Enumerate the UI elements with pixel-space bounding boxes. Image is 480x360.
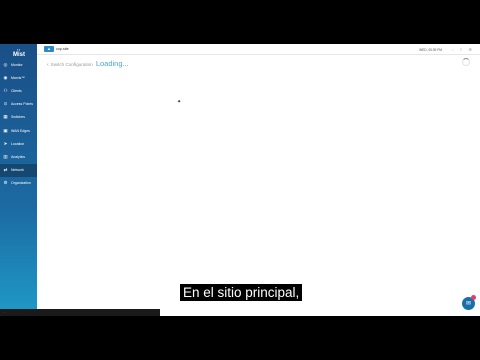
sidebar-item-label: Analytics	[11, 154, 26, 159]
site-icon: ▲	[44, 46, 54, 52]
sidebar-item-access-points[interactable]: ⊙ Access Points	[0, 98, 37, 111]
sidebar-item-label: Organization	[11, 181, 31, 186]
video-caption: En el sitio principal,	[180, 284, 303, 301]
clients-icon: ⚇	[3, 87, 8, 93]
back-arrow-icon[interactable]: ‹	[47, 62, 49, 68]
sidebar-item-label: Monitor	[11, 62, 23, 67]
sidebar-item-wan-edges[interactable]: ▣ WAN Edges	[0, 124, 37, 137]
main-content: ‹ Switch Configuration Loading... ✦	[37, 55, 480, 316]
location-icon: ➤	[3, 140, 8, 146]
sidebar-item-monitor[interactable]: ◎ Monitor	[0, 58, 37, 71]
sidebar-item-marvis[interactable]: ◉ Marvis™	[0, 71, 37, 84]
notification-badge	[471, 295, 476, 300]
sidebar-item-clients[interactable]: ⚇ Clients	[0, 84, 37, 97]
sidebar-item-label: Network	[11, 168, 24, 173]
page-title: Switch Configuration	[50, 62, 93, 67]
loading-spinner-icon	[462, 58, 470, 66]
sidebar-item-label: Switches	[11, 115, 26, 120]
switches-icon: ▦	[3, 114, 8, 120]
sidebar-item-switches[interactable]: ▦ Switches	[0, 111, 37, 124]
site-name: cop-site	[56, 47, 69, 51]
sidebar-item-label: Access Points	[11, 102, 33, 107]
sidebar-item-location[interactable]: ➤ Location	[0, 137, 37, 150]
top-bar: ▲ cop-site WED, 05:39 PM ◌ ? ⚙	[37, 44, 480, 55]
clock: WED, 05:39 PM	[419, 47, 442, 52]
status-text: ·····	[2, 310, 7, 314]
settings-icon[interactable]: ⚙	[468, 47, 472, 52]
sidebar-item-label: Clients	[11, 88, 22, 93]
sidebar-item-label: Marvis™	[11, 75, 25, 80]
analytics-icon: ▥	[3, 153, 8, 159]
breadcrumb: ‹ Switch Configuration Loading...	[47, 59, 129, 68]
app-window: ▪▪ Mist ◎ Monitor ◉ Marvis™ ⚇ Clients ⊙ Access …	[0, 44, 480, 316]
sidebar-item-label: Location	[11, 141, 25, 146]
marvis-icon: ◉	[3, 74, 8, 80]
network-icon: ⇄	[3, 167, 8, 173]
sidebar-item-analytics[interactable]: ▥ Analytics	[0, 150, 37, 163]
wan-edges-icon: ▣	[3, 127, 8, 133]
user-icon[interactable]: ◌	[452, 47, 454, 52]
sidebar: ▪▪ Mist ◎ Monitor ◉ Marvis™ ⚇ Clients ⊙ Access …	[0, 44, 160, 316]
sidebar-item-network[interactable]: ⇄ Network	[0, 163, 37, 177]
sidebar-item-organization[interactable]: ⚙ Organization	[0, 177, 37, 190]
organization-icon: ⚙	[3, 180, 8, 186]
sidebar-item-label: WAN Edges	[11, 128, 30, 133]
monitor-icon: ◎	[3, 61, 8, 67]
mouse-cursor-icon: ✦	[177, 99, 182, 105]
loading-text: Loading...	[95, 59, 129, 68]
chat-icon: ✉	[465, 301, 472, 307]
sidebar-nav: ◎ Monitor ◉ Marvis™ ⚇ Clients ⊙ Access Points ▦ S…	[0, 58, 37, 190]
site-selector[interactable]: ▲ cop-site	[44, 46, 69, 52]
access-points-icon: ⊙	[3, 101, 8, 107]
help-icon[interactable]: ?	[460, 47, 462, 52]
